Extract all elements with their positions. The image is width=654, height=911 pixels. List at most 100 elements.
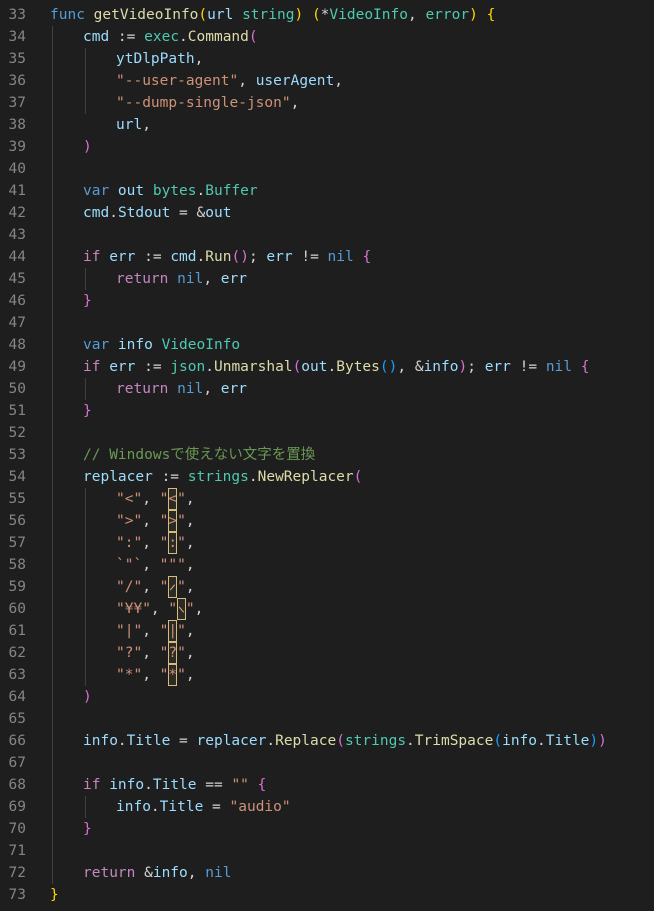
code-line[interactable]: 58 `"`, """,: [0, 554, 654, 576]
code-line[interactable]: 39): [0, 136, 654, 158]
code-line[interactable]: 45 return nil, err: [0, 268, 654, 290]
code-token: ": [177, 623, 186, 639]
code-token: cmd: [83, 29, 110, 45]
code-token: replacer: [196, 733, 267, 749]
code-text: }: [83, 400, 92, 422]
code-token: :=: [135, 249, 171, 265]
code-token: =: [170, 733, 197, 749]
code-text: "?", "?",: [116, 642, 195, 664]
code-token: ,: [142, 491, 160, 507]
code-token: .: [537, 733, 546, 749]
code-line[interactable]: 43: [0, 224, 654, 246]
code-line[interactable]: 62 "?", "?",: [0, 642, 654, 664]
code-line[interactable]: 63 "*", "*",: [0, 664, 654, 686]
code-token: &: [144, 865, 153, 881]
code-token: string: [242, 7, 295, 23]
code-line[interactable]: 66 info.Title = replacer.Replace(strings.…: [0, 730, 654, 752]
line-number: 35: [8, 51, 26, 67]
code-line[interactable]: 55 "<", "<",: [0, 488, 654, 510]
code-line[interactable]: 38 url,: [0, 114, 654, 136]
code-line[interactable]: 48 var info VideoInfo: [0, 334, 654, 356]
code-text: "¥¥", "\",: [116, 598, 203, 620]
code-line[interactable]: 41 var out bytes.Buffer: [0, 180, 654, 202]
code-line[interactable]: 49 if err := json.Unmarshal(out.Bytes(), …: [0, 356, 654, 378]
code-line[interactable]: 65: [0, 708, 654, 730]
code-line[interactable]: 46}: [0, 290, 654, 312]
code-text: "/", "/",: [116, 576, 195, 598]
code-token: func: [50, 7, 94, 23]
code-line[interactable]: 56 ">", ">",: [0, 510, 654, 532]
code-token: return: [83, 865, 145, 881]
code-token: err: [220, 381, 247, 397]
code-token: *: [168, 664, 178, 686]
line-number: 44: [8, 249, 26, 265]
line-number: 68: [8, 777, 26, 793]
code-token: exec: [144, 29, 180, 45]
code-line[interactable]: 50 return nil, err: [0, 378, 654, 400]
code-token: info: [116, 799, 151, 815]
code-token: ,: [142, 579, 160, 595]
code-token: if: [83, 777, 110, 793]
code-token: .: [406, 733, 415, 749]
code-line[interactable]: 57 ":", ":",: [0, 532, 654, 554]
code-token: .: [109, 205, 118, 221]
line-number: 59: [8, 579, 26, 595]
code-token: Buffer: [205, 183, 258, 199]
code-token: ": [159, 535, 169, 551]
code-line[interactable]: 54 replacer := strings.NewReplacer(: [0, 466, 654, 488]
code-line[interactable]: 34 cmd := exec.Command(: [0, 26, 654, 48]
line-number: 60: [8, 601, 26, 617]
code-token: ,: [142, 535, 160, 551]
code-line[interactable]: 47: [0, 312, 654, 334]
code-line[interactable]: 42 cmd.Stdout = &out: [0, 202, 654, 224]
code-token: ,: [150, 601, 169, 617]
code-text: cmd.Stdout = &out: [83, 202, 231, 224]
code-token: ,: [194, 51, 204, 67]
code-token: ": [177, 513, 186, 529]
line-number: 54: [8, 469, 26, 485]
code-token: nil: [205, 865, 232, 881]
code-token: "*": [116, 667, 143, 683]
code-line[interactable]: 69 info.Title = "audio": [0, 796, 654, 818]
code-line[interactable]: 61 "|", "|",: [0, 620, 654, 642]
code-line[interactable]: 36 "--user-agent", userAgent,: [0, 70, 654, 92]
line-number: 43: [8, 227, 26, 243]
code-token: Title: [126, 733, 171, 749]
code-token: VideoInfo: [161, 337, 241, 353]
code-editor[interactable]: 33 func getVideoInfo(url string) (*VideoI…: [0, 0, 654, 911]
code-token: info: [117, 337, 162, 353]
code-line[interactable]: 73}: [0, 884, 654, 906]
code-line[interactable]: 35 ytDlpPath,: [0, 48, 654, 70]
code-token: .: [117, 733, 127, 749]
code-text: if err := json.Unmarshal(out.Bytes(), &i…: [83, 356, 589, 378]
code-line[interactable]: 72 return &info, nil: [0, 862, 654, 884]
code-line[interactable]: 68 if info.Title == "" {: [0, 774, 654, 796]
code-line[interactable]: 60 "¥¥", "\",: [0, 598, 654, 620]
code-token: >: [168, 510, 178, 532]
code-token: out: [205, 205, 232, 221]
code-line[interactable]: 44 if err := cmd.Run(); err != nil {: [0, 246, 654, 268]
code-token: ,: [142, 557, 160, 573]
code-text: var out bytes.Buffer: [83, 180, 258, 202]
code-line[interactable]: 37 "--dump-single-json",: [0, 92, 654, 114]
code-token: ,: [185, 645, 195, 661]
code-token: (: [198, 7, 208, 23]
code-token: .: [266, 733, 276, 749]
code-line[interactable]: 70}: [0, 818, 654, 840]
code-line[interactable]: 52: [0, 422, 654, 444]
code-line[interactable]: 59 "/", "/",: [0, 576, 654, 598]
code-token: info: [502, 733, 538, 749]
code-line[interactable]: 67: [0, 752, 654, 774]
code-line[interactable]: 40: [0, 158, 654, 180]
code-line[interactable]: 53 // Windowsで使えない文字を置換: [0, 444, 654, 466]
line-number: 38: [8, 117, 26, 133]
code-token: "<": [116, 491, 143, 507]
code-token: info: [423, 359, 459, 375]
code-line[interactable]: 71: [0, 840, 654, 862]
line-number: 41: [8, 183, 26, 199]
code-line[interactable]: 33 func getVideoInfo(url string) (*VideoI…: [0, 4, 654, 26]
code-line[interactable]: 51}: [0, 400, 654, 422]
code-line[interactable]: 64): [0, 686, 654, 708]
